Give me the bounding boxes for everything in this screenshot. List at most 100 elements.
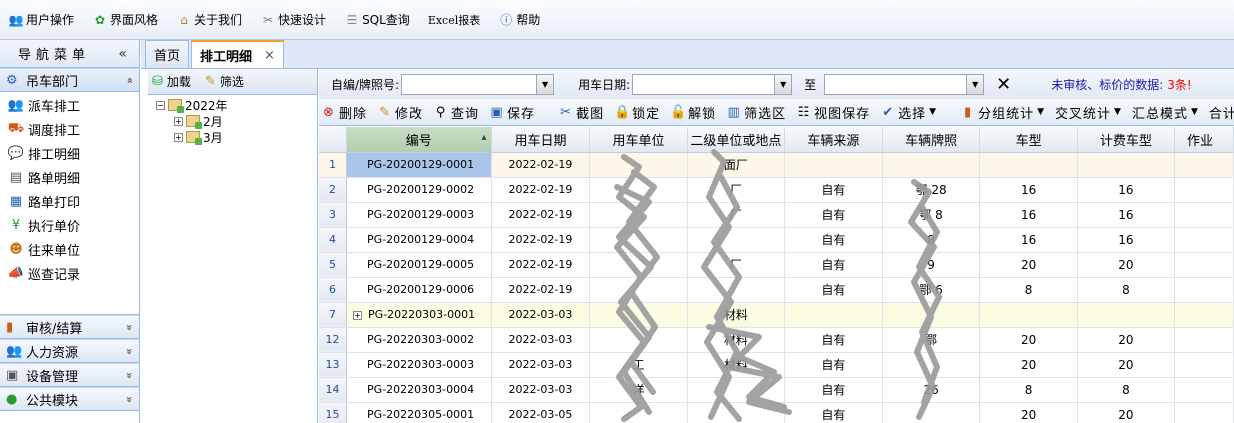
vehicle-type-cell[interactable]: 20 xyxy=(979,327,1078,353)
code-cell[interactable]: PG-20200129-0006 xyxy=(346,277,492,303)
row-number-cell[interactable]: 12 xyxy=(319,327,348,353)
billing-type-cell[interactable]: 8 xyxy=(1077,277,1176,303)
billing-type-cell[interactable]: 16 xyxy=(1077,227,1176,253)
sub-unit-cell[interactable]: 材料 xyxy=(687,327,786,353)
code-cell[interactable]: PG-20220303-0003 xyxy=(346,352,492,378)
unit-cell[interactable]: 工 xyxy=(589,352,688,378)
date-cell[interactable]: 2022-03-03 xyxy=(491,352,591,378)
vehicle-type-cell[interactable]: 16 xyxy=(979,202,1078,228)
date-cell[interactable]: 2022-03-03 xyxy=(491,327,591,353)
table-row[interactable]: 4 PG-20200129-0004 2022-02-19 自有 8 16 16 xyxy=(319,227,1234,253)
job-cell[interactable] xyxy=(1174,352,1234,378)
row-number-cell[interactable]: 15 xyxy=(319,402,348,423)
source-cell[interactable]: 自有 xyxy=(784,227,883,253)
code-cell[interactable]: PG-20200129-0004 xyxy=(346,227,492,253)
column-header-plate[interactable]: 车辆牌照 xyxy=(882,127,981,153)
code-cell[interactable]: PG-20220303-0004 xyxy=(346,377,492,403)
table-row[interactable]: 3 PG-20200129-0003 2022-02-19 厂 自有 鄂 8 16 16 xyxy=(319,202,1234,228)
nav-group-hr[interactable]: 👥 人力资源 » xyxy=(0,339,139,363)
lock-button[interactable]: 🔒 锁定 xyxy=(614,103,660,122)
unit-cell[interactable] xyxy=(589,227,688,253)
billing-type-cell[interactable]: 20 xyxy=(1077,352,1176,378)
unit-cell[interactable] xyxy=(589,177,688,203)
billing-type-cell[interactable]: 20 xyxy=(1077,402,1176,423)
screenshot-button[interactable]: ✂ 截图 xyxy=(558,103,604,122)
unit-cell[interactable] xyxy=(589,277,688,303)
menu-about-us[interactable]: ⌂ 关于我们 xyxy=(176,11,242,28)
row-number-cell[interactable]: 14 xyxy=(319,377,348,403)
date-cell[interactable]: 2022-02-19 xyxy=(491,227,591,253)
date-cell[interactable]: 2022-03-03 xyxy=(491,302,591,328)
source-cell[interactable]: 自有 xyxy=(784,177,883,203)
nav-item-schedule-detail[interactable]: 💬 排工明细 xyxy=(0,141,139,165)
plate-cell[interactable]: 鄂 xyxy=(882,327,981,353)
expand-toggle[interactable]: + xyxy=(174,132,183,142)
sub-unit-cell[interactable] xyxy=(687,277,786,303)
sub-unit-cell[interactable]: 材料 xyxy=(687,352,786,378)
vehicle-type-cell[interactable]: 20 xyxy=(979,402,1078,423)
plate-cell[interactable]: 9 xyxy=(882,252,981,278)
nav-item-partners[interactable]: ☻ 往来单位 xyxy=(0,237,139,261)
vehicle-type-cell[interactable]: 8 xyxy=(979,377,1078,403)
nav-item-waybill-print[interactable]: ▦ 路单打印 xyxy=(0,189,139,213)
code-combo[interactable]: ▼ xyxy=(401,73,555,95)
plate-cell[interactable] xyxy=(882,152,981,178)
billing-type-cell[interactable]: 20 xyxy=(1077,327,1176,353)
vehicle-type-cell[interactable] xyxy=(979,302,1078,328)
job-cell[interactable] xyxy=(1174,152,1234,178)
source-cell[interactable]: 自有 xyxy=(784,377,883,403)
job-cell[interactable] xyxy=(1174,227,1234,253)
vehicle-type-cell[interactable]: 16 xyxy=(979,227,1078,253)
billing-type-cell[interactable]: 16 xyxy=(1077,202,1176,228)
pending-count[interactable]: 3条! xyxy=(1167,76,1191,93)
vehicle-type-cell[interactable]: 8 xyxy=(979,277,1078,303)
sub-unit-cell[interactable]: 厂 xyxy=(687,177,786,203)
billing-type-cell[interactable] xyxy=(1077,302,1176,328)
date-cell[interactable]: 2022-02-19 xyxy=(491,277,591,303)
unit-cell[interactable] xyxy=(589,152,688,178)
column-header-vehicle-type[interactable]: 车型 xyxy=(979,127,1078,153)
nav-item-scheduling[interactable]: ⛟ 调度排工 xyxy=(0,117,139,141)
unit-cell[interactable]: 洋 xyxy=(589,377,688,403)
job-cell[interactable] xyxy=(1174,252,1234,278)
tab-home[interactable]: 首页 xyxy=(145,40,190,68)
table-row[interactable]: 14 PG-20220303-0004 2022-03-03 洋 自有 26 8 8 xyxy=(319,377,1234,403)
vehicle-type-cell[interactable]: 20 xyxy=(979,352,1078,378)
total-mode-button[interactable]: 合计模式 xyxy=(1209,103,1234,122)
row-number-cell[interactable]: 4 xyxy=(319,227,348,253)
vehicle-type-cell[interactable]: 20 xyxy=(979,252,1078,278)
sub-unit-cell[interactable] xyxy=(687,227,786,253)
nav-item-unit-price[interactable]: ¥ 执行单价 xyxy=(0,213,139,237)
plate-cell[interactable] xyxy=(882,352,981,378)
code-cell[interactable]: PG-20200129-0002 xyxy=(346,177,492,203)
billing-type-cell[interactable]: 16 xyxy=(1077,177,1176,203)
date-to-combo[interactable]: ▼ xyxy=(824,73,985,95)
code-cell[interactable]: PG-20200129-0001 xyxy=(346,152,492,178)
cross-stats-button[interactable]: 交叉统计 ▼ xyxy=(1055,103,1122,122)
table-row[interactable]: 5 PG-20200129-0005 2022-02-19 厂 自有 9 20 20 xyxy=(319,252,1234,278)
plate-cell[interactable] xyxy=(882,402,981,423)
source-cell[interactable] xyxy=(784,302,883,328)
group-stats-button[interactable]: ▮ 分组统计 ▼ xyxy=(960,103,1045,122)
source-cell[interactable]: 自有 xyxy=(784,277,883,303)
nav-item-waybill-detail[interactable]: ▤ 路单明细 xyxy=(0,165,139,189)
sub-unit-cell[interactable]: 材料 xyxy=(687,302,786,328)
dropdown-arrow-icon[interactable]: ▼ xyxy=(774,74,792,94)
tab-schedule-detail[interactable]: 排工明细 × xyxy=(191,40,284,68)
source-cell[interactable]: 自有 xyxy=(784,402,883,423)
sub-unit-cell[interactable]: 面厂 xyxy=(687,152,786,178)
code-cell[interactable]: PG-20220303-0002 xyxy=(346,327,492,353)
unit-cell[interactable] xyxy=(589,302,688,328)
plate-cell[interactable]: 8 xyxy=(882,227,981,253)
sub-unit-cell[interactable] xyxy=(687,402,786,423)
nav-item-inspection[interactable]: 📣 巡查记录 xyxy=(0,261,139,285)
source-cell[interactable]: 自有 xyxy=(784,352,883,378)
unit-cell[interactable] xyxy=(589,327,688,353)
unit-cell[interactable] xyxy=(589,202,688,228)
edit-button[interactable]: ✎ 修改 xyxy=(377,103,423,122)
menu-ui-style[interactable]: ✿ 界面风格 xyxy=(92,11,158,28)
row-number-cell[interactable]: 5 xyxy=(319,252,348,278)
source-cell[interactable]: 自有 xyxy=(784,202,883,228)
nav-group-crane-dept[interactable]: ⚙ 吊车部门 » xyxy=(0,68,139,92)
collapse-nav-button[interactable]: « xyxy=(118,46,127,62)
